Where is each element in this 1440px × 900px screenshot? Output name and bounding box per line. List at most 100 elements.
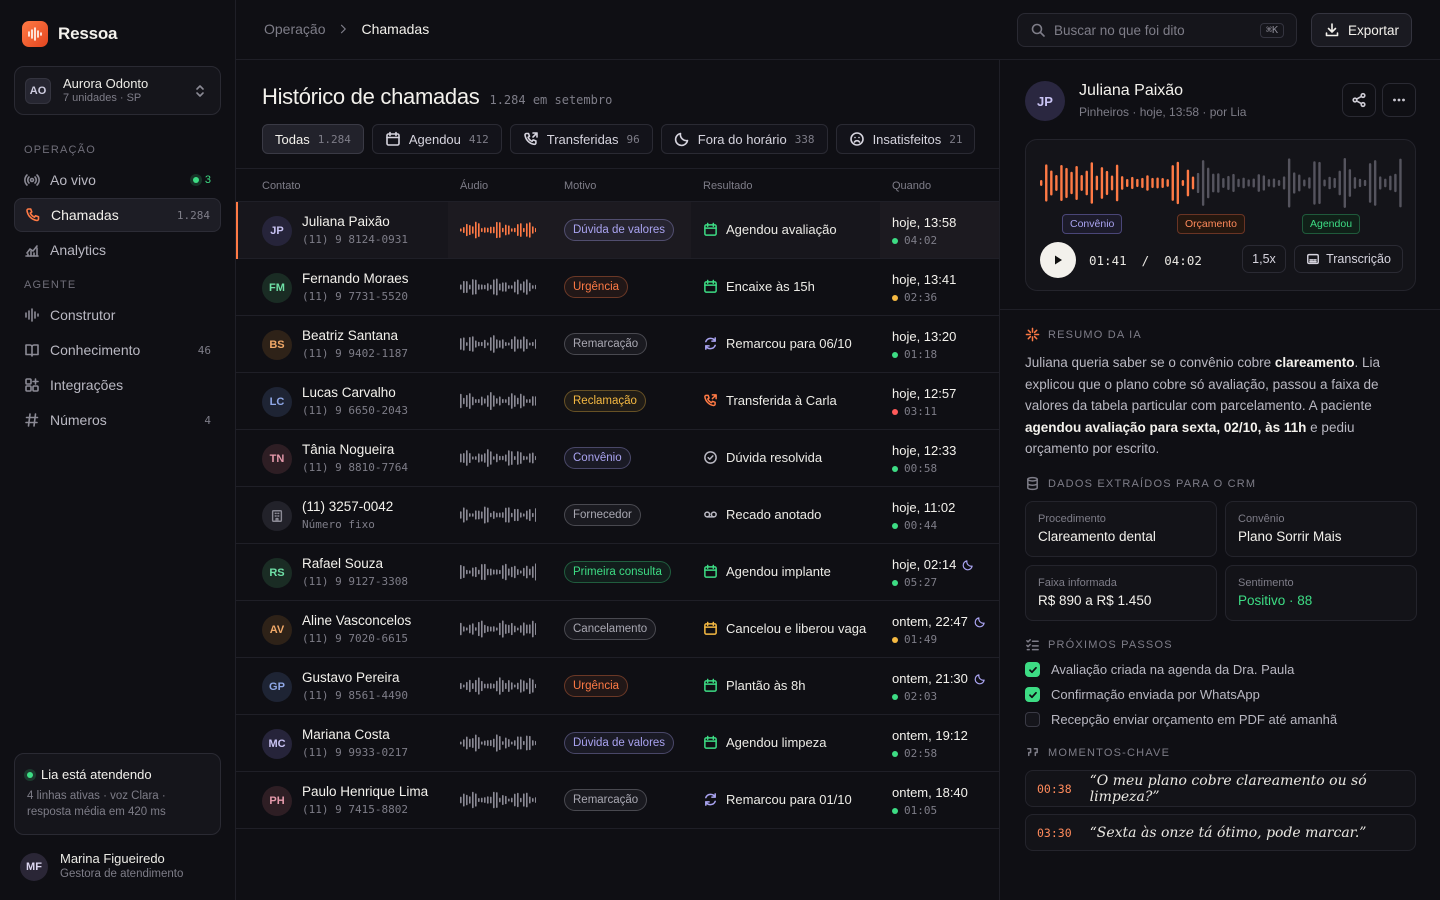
audio-preview[interactable] [460, 220, 536, 240]
wave-bar [499, 512, 501, 518]
wave-bar [517, 736, 519, 750]
sidebar-item-label: Integrações [50, 377, 124, 393]
audio-preview[interactable] [460, 733, 536, 753]
brand[interactable]: Ressoa [22, 21, 117, 47]
col-motivo[interactable]: Motivo [564, 180, 596, 192]
wave-bar [490, 739, 492, 747]
filter-fora-do-horario[interactable]: Fora do horário 338 [660, 124, 828, 154]
breadcrumb-parent[interactable]: Operação [264, 21, 325, 37]
audio-preview[interactable] [460, 277, 536, 297]
waveform-tag[interactable]: Agendou [1302, 214, 1361, 234]
wave-bar [487, 626, 489, 632]
wave-bar [1090, 162, 1093, 204]
wave-bar [502, 512, 504, 518]
col-quando[interactable]: Quando [892, 180, 931, 192]
audio-preview[interactable] [460, 562, 536, 582]
user-profile[interactable]: MF Marina Figueiredo Gestora de atendime… [20, 851, 183, 882]
col-contato[interactable]: Contato [262, 180, 301, 192]
filter-agendou[interactable]: Agendou 412 [371, 124, 502, 154]
call-time: ontem, 21:30 [892, 671, 986, 686]
wave-bar [532, 512, 534, 518]
table-row[interactable]: FM Fernando Moraes (11) 9 7731-5520 Urgê… [236, 259, 999, 316]
checkbox-unchecked[interactable] [1025, 712, 1040, 727]
table-row[interactable]: JP Juliana Paixão (11) 9 8124-0931 Dúvid… [236, 202, 999, 259]
wave-bar [529, 342, 531, 346]
audio-preview[interactable] [460, 619, 536, 639]
audio-preview[interactable] [460, 676, 536, 696]
audio-preview[interactable] [460, 790, 536, 810]
brand-name: Ressoa [58, 24, 118, 43]
share-button[interactable] [1342, 83, 1376, 117]
table-row[interactable]: MC Mariana Costa (11) 9 9933-0217 Dúvida… [236, 715, 999, 772]
waveform-tag[interactable]: Orçamento [1177, 214, 1245, 234]
search-input[interactable]: Buscar no que foi dito ⌘K [1017, 13, 1297, 47]
crm-field-convenio[interactable]: Convênio Plano Sorrir Mais [1225, 501, 1417, 557]
transcript-button[interactable]: Transcrição [1294, 245, 1403, 273]
table-row[interactable]: GP Gustavo Pereira (11) 9 8561-4490 Urgê… [236, 658, 999, 715]
speed-button[interactable]: 1,5x [1242, 245, 1286, 273]
col-audio[interactable]: Áudio [460, 180, 488, 192]
crm-field-faixa[interactable]: Faixa informada R$ 890 a R$ 1.450 [1025, 565, 1217, 621]
table-row[interactable]: (11) 3257-0042 Número fixo Fornecedor Re… [236, 487, 999, 544]
moment-timestamp[interactable]: 00:38 [1037, 782, 1072, 796]
sidebar-item-conhecimento[interactable]: Conhecimento 46 [14, 333, 221, 367]
table-row[interactable]: PH Paulo Henrique Lima (11) 9 7415-8802 … [236, 772, 999, 829]
key-moment[interactable]: 03:30 “Sexta às onze tá ótimo, pode marca… [1025, 814, 1416, 851]
audio-preview[interactable] [460, 391, 536, 411]
wave-bar [475, 679, 477, 693]
checkbox-checked[interactable] [1025, 662, 1040, 677]
key-moment[interactable]: 00:38 “O meu plano cobre clareamento ou s… [1025, 770, 1416, 807]
wave-bar [511, 338, 513, 350]
audio-preview[interactable] [460, 505, 536, 525]
agent-status-card[interactable]: Lia está atendendo 4 linhas ativas · voz… [14, 753, 221, 835]
more-button[interactable] [1382, 83, 1416, 117]
table-row[interactable]: AV Aline Vasconcelos (11) 9 7020-6615 Ca… [236, 601, 999, 658]
play-button[interactable] [1040, 242, 1076, 278]
wave-bar [1156, 177, 1159, 189]
wave-bar [508, 342, 510, 346]
next-step[interactable]: Confirmação enviada por WhatsApp [1025, 687, 1260, 702]
next-step[interactable]: Recepção enviar orçamento em PDF até ama… [1025, 712, 1337, 727]
contact-name: Juliana Paixão [302, 214, 390, 229]
calendar-icon [704, 621, 717, 635]
wave-bar [1282, 176, 1286, 190]
wave-bar [520, 223, 522, 237]
col-resultado[interactable]: Resultado [703, 180, 753, 192]
sidebar-item-integracoes[interactable]: Integrações [14, 368, 221, 402]
wave-bar [1318, 161, 1321, 205]
wave-bar [1399, 158, 1402, 208]
result: Remarcou para 06/10 [703, 336, 852, 351]
table-row[interactable]: LC Lucas Carvalho (11) 9 6650-2043 Recla… [236, 373, 999, 430]
table-row[interactable]: BS Beatriz Santana (11) 9 9402-1187 Rema… [236, 316, 999, 373]
moment-timestamp[interactable]: 03:30 [1037, 826, 1072, 840]
next-step[interactable]: Avaliação criada na agenda da Dra. Paula [1025, 662, 1294, 677]
export-button[interactable]: Exportar [1311, 13, 1412, 47]
filter-transferidas[interactable]: Transferidas 96 [509, 124, 653, 154]
org-switcher[interactable]: AO Aurora Odonto 7 unidades · SP [14, 66, 221, 115]
wave-bar [487, 507, 489, 523]
sidebar-item-analytics[interactable]: Analytics [14, 233, 221, 267]
sidebar-item-numeros[interactable]: Números 4 [14, 403, 221, 437]
waveform-tag[interactable]: Convênio [1062, 214, 1123, 234]
sidebar-item-ao-vivo[interactable]: Ao vivo 3 [14, 163, 221, 197]
crm-label-text: DADOS EXTRAÍDOS PARA O CRM [1048, 477, 1257, 490]
sidebar-item-chamadas[interactable]: Chamadas 1.284 [14, 198, 221, 232]
call-time: hoje, 13:41 [892, 272, 956, 287]
crm-field-sentimento[interactable]: Sentimento Positivo · 88 [1225, 565, 1417, 621]
filter-count: 1.284 [317, 132, 351, 146]
wave-bar [1045, 164, 1048, 202]
sidebar-item-construtor[interactable]: Construtor [14, 298, 221, 332]
crm-field-procedimento[interactable]: Procedimento Clareamento dental [1025, 501, 1217, 557]
audio-preview[interactable] [460, 448, 536, 468]
moon-icon [974, 616, 985, 627]
table-row[interactable]: RS Rafael Souza (11) 9 9127-3308 Primeir… [236, 544, 999, 601]
filter-todas[interactable]: Todas 1.284 [262, 124, 364, 154]
audio-waveform[interactable] [1026, 148, 1417, 218]
audio-preview[interactable] [460, 334, 536, 354]
wave-bar [478, 398, 480, 404]
filter-insatisfeitos[interactable]: Insatisfeitos 21 [835, 124, 976, 154]
checkbox-checked[interactable] [1025, 687, 1040, 702]
table-row[interactable]: TN Tânia Nogueira (11) 9 8810-7764 Convê… [236, 430, 999, 487]
wave-bar [517, 568, 519, 576]
page-header: Histórico de chamadas 1.284 em setembro [262, 84, 612, 110]
